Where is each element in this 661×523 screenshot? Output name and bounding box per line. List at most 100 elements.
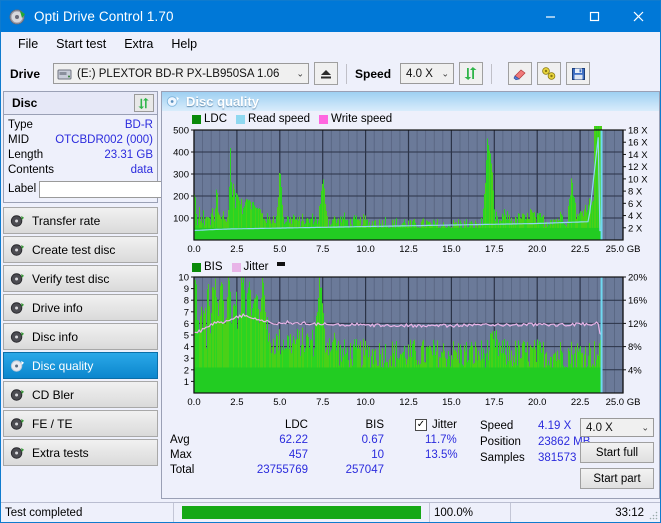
svg-text:12.5: 12.5 — [399, 397, 418, 408]
stats-col-ldc: LDC — [284, 419, 308, 431]
jitter-checkbox[interactable]: ✓ — [415, 419, 427, 431]
svg-text:1: 1 — [184, 377, 189, 388]
svg-text:17.5: 17.5 — [485, 397, 504, 408]
svg-text:200: 200 — [173, 192, 189, 203]
ldc-chart: 100 200 300 400 500 2 X4 X6 X8 X 10 X 12 X 14 X1… — [162, 126, 659, 258]
sidebar-item-cd-bler[interactable]: CD Bler — [3, 381, 158, 408]
erase-button[interactable] — [508, 62, 533, 85]
svg-text:15.0: 15.0 — [442, 397, 461, 408]
stats-row-max-key: Max — [170, 449, 192, 461]
samples-row-key: Samples — [480, 452, 525, 464]
sidebar-item-verify-test-disc[interactable]: Verify test disc — [3, 265, 158, 292]
sidebar-item-transfer-rate[interactable]: Transfer rate — [3, 207, 158, 234]
menu-help[interactable]: Help — [162, 35, 206, 53]
eject-button[interactable] — [314, 62, 339, 85]
svg-text:22.5: 22.5 — [571, 397, 590, 408]
sidebar-item-label: Transfer rate — [32, 213, 101, 228]
disc-icon — [10, 301, 25, 314]
drive-toolbar: Drive (E:) PLEXTOR BD-R PX-LB950SA 1.06 … — [1, 56, 660, 91]
svg-text:16 X: 16 X — [628, 138, 648, 149]
minimize-button[interactable] — [528, 1, 572, 32]
svg-text:16%: 16% — [628, 296, 648, 307]
svg-text:2.5: 2.5 — [230, 244, 243, 255]
disc-info-panel: Disc Type BD-R MID OTCBDR002 (000) Lengt… — [3, 91, 210, 203]
sidebar-item-label: Disc info — [32, 329, 79, 344]
sidebar-item-label: Create test disc — [32, 242, 116, 257]
svg-text:22.5: 22.5 — [571, 244, 590, 255]
sidebar-item-drive-info[interactable]: Drive info — [3, 294, 158, 321]
save-button[interactable] — [566, 62, 591, 85]
disc-refresh-button[interactable] — [134, 94, 154, 112]
sidebar-item-disc-info[interactable]: Disc info — [3, 323, 158, 350]
menu-bar: File Start test Extra Help — [1, 32, 660, 56]
chevron-down-icon: ⌄ — [296, 68, 305, 78]
legend-swatch-write-speed — [319, 114, 329, 124]
speed-select-value: 4.0 X — [406, 67, 433, 80]
refresh-button[interactable] — [459, 62, 484, 85]
menu-extra[interactable]: Extra — [115, 35, 162, 53]
resize-grip[interactable] — [648, 510, 658, 520]
disc-icon — [10, 446, 25, 459]
maximize-button[interactable] — [572, 1, 616, 32]
start-part-button[interactable]: Start part — [580, 468, 654, 489]
drive-label: Drive — [10, 66, 41, 81]
svg-text:4 X: 4 X — [628, 211, 643, 222]
speed-select[interactable]: 4.0 X ⌄ — [400, 63, 455, 84]
disc-info-rows: Type BD-R MID OTCBDR002 (000) Length 23.… — [4, 115, 210, 202]
disc-row-mid-key: MID — [8, 134, 30, 146]
svg-text:12%: 12% — [628, 319, 648, 330]
legend-item-jitter: Jitter — [231, 261, 268, 273]
svg-text:4%: 4% — [628, 365, 642, 376]
sidebar-item-disc-quality[interactable]: Disc quality — [3, 352, 158, 379]
svg-text:5.0: 5.0 — [273, 244, 286, 255]
statistics-panel: LDC BIS Avg 62.22 0.67 Max 457 10 Total … — [162, 417, 659, 498]
disc-icon — [10, 330, 25, 343]
stats-row-avg-key: Avg — [170, 434, 190, 446]
svg-text:25.0 GB: 25.0 GB — [606, 397, 641, 408]
disc-quality-panel: Disc quality LDC Read speed Write speed — [161, 91, 660, 499]
sidebar-item-label: Disc quality — [32, 358, 94, 373]
panel-header: Disc quality — [162, 92, 659, 111]
stats-row-max-bis: 10 — [371, 449, 384, 461]
ldc-legend: LDC Read speed Write speed — [162, 111, 659, 126]
svg-text:25.0 GB: 25.0 GB — [606, 244, 641, 255]
legend-swatch-read-speed — [236, 114, 246, 124]
svg-text:6: 6 — [184, 319, 189, 330]
test-speed-value: 4.0 X — [586, 421, 613, 434]
legend-item-read-speed: Read speed — [236, 113, 310, 125]
svg-text:18 X: 18 X — [628, 126, 648, 137]
sidebar-item-extra-tests[interactable]: Extra tests — [3, 439, 158, 466]
drive-select[interactable]: (E:) PLEXTOR BD-R PX-LB950SA 1.06 ⌄ — [53, 63, 310, 84]
stats-col-bis: BIS — [365, 419, 384, 431]
close-button[interactable] — [616, 1, 660, 32]
disc-row-type-key: Type — [8, 119, 33, 131]
speed-row-value: 4.19 X — [538, 420, 572, 432]
stats-row-total-key: Total — [170, 464, 195, 476]
window-controls — [528, 1, 660, 32]
status-message: Test completed — [5, 506, 83, 519]
sidebar: Disc Type BD-R MID OTCBDR002 (000) Lengt… — [3, 91, 210, 501]
sidebar-item-create-test-disc[interactable]: Create test disc — [3, 236, 158, 263]
test-speed-select[interactable]: 4.0 X ⌄ — [580, 418, 654, 437]
bis-legend: BIS Jitter — [162, 258, 659, 273]
svg-text:7.5: 7.5 — [316, 397, 329, 408]
jitter-max-value: 13.5% — [425, 449, 458, 461]
tools-button[interactable] — [537, 62, 562, 85]
title-bar: Opti Drive Control 1.70 — [1, 1, 660, 32]
disc-icon — [9, 8, 27, 26]
svg-text:5.0: 5.0 — [273, 397, 286, 408]
position-row-key: Position — [480, 436, 521, 448]
menu-file[interactable]: File — [9, 35, 47, 53]
menu-start-test[interactable]: Start test — [47, 35, 115, 53]
status-bar: Test completed 100.0% 33:12 — [1, 502, 660, 522]
speed-label: Speed — [355, 66, 392, 81]
sidebar-item-fe-te[interactable]: FE / TE — [3, 410, 158, 437]
legend-label-ldc: LDC — [204, 113, 228, 125]
svg-text:4: 4 — [184, 342, 189, 353]
progress-bar — [182, 506, 421, 519]
stats-row-total-ldc: 23755769 — [256, 464, 308, 476]
disc-row-contents: Contents data — [8, 163, 153, 178]
svg-text:10 X: 10 X — [628, 174, 648, 185]
svg-text:10.0: 10.0 — [356, 244, 375, 255]
start-full-button[interactable]: Start full — [580, 442, 654, 463]
